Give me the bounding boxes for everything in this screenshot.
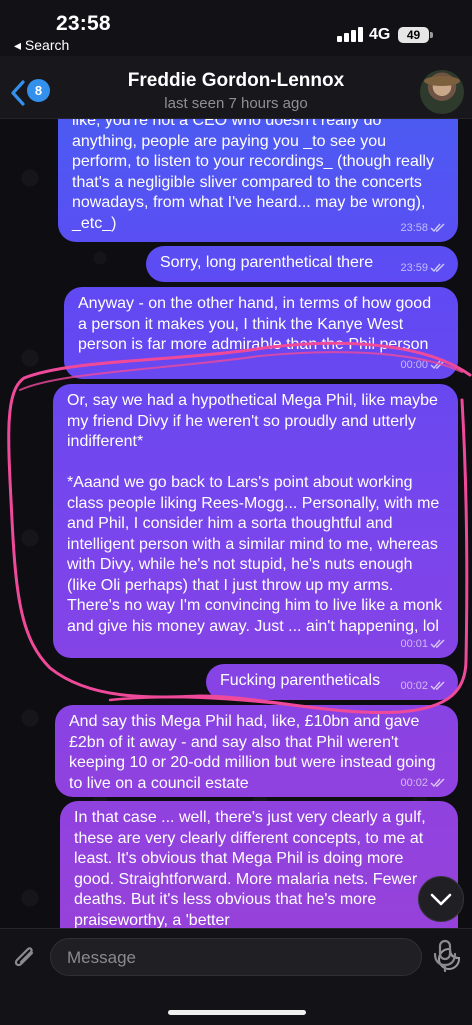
message-bubble[interactable]: In that case ... well, there's just very… — [60, 801, 458, 929]
signal-icon — [337, 26, 363, 42]
message-bubble[interactable]: Anyway - on the other hand, in terms of … — [64, 287, 458, 379]
message-meta: 00:02 — [400, 676, 446, 697]
message-field[interactable] — [50, 938, 460, 977]
message-bubble[interactable]: Or, say we had a hypothetical Mega Phil,… — [53, 384, 458, 658]
battery-tip — [430, 32, 433, 38]
message-bubble[interactable]: Sorry, long parenthetical there 23:59 — [146, 246, 458, 282]
message-time: 00:02 — [400, 679, 428, 692]
back-to-app-link[interactable]: ◂ Search — [14, 37, 69, 54]
chat-header: 8 Freddie Gordon-Lennox last seen 7 hour… — [0, 56, 472, 119]
scroll-to-bottom-button[interactable] — [418, 876, 464, 922]
paperclip-icon[interactable] — [10, 941, 40, 973]
message-bubble[interactable]: like, you're not a CEO who doesn't reall… — [58, 104, 458, 242]
chevron-down-icon — [430, 893, 452, 906]
read-check-icon — [430, 263, 445, 272]
message-text: In that case ... well, there's just very… — [74, 809, 431, 929]
message-meta: 00:01 — [400, 634, 446, 655]
battery-icon: 49 — [398, 27, 429, 43]
message-time: 00:01 — [400, 637, 428, 650]
message-meta: 23:58 — [400, 218, 446, 239]
read-check-icon — [430, 681, 445, 690]
message-time: 23:59 — [400, 261, 428, 274]
message-meta: 00:02 — [400, 773, 446, 794]
message-text: like, you're not a CEO who doesn't reall… — [72, 112, 439, 232]
status-bar: 23:58 ◂ Search 4G 49 — [0, 0, 472, 56]
message-bubble[interactable]: And say this Mega Phil had, like, £10bn … — [55, 705, 458, 797]
read-check-icon — [430, 223, 445, 232]
status-time: 23:58 — [56, 12, 111, 35]
message-input[interactable] — [65, 939, 369, 977]
message-text: Or, say we had a hypothetical Mega Phil,… — [67, 392, 443, 635]
message-time: 23:58 — [400, 221, 428, 234]
read-check-icon — [430, 778, 445, 787]
microphone-icon[interactable] — [432, 939, 458, 973]
last-seen-status: last seen 7 hours ago — [164, 95, 308, 112]
read-check-icon — [430, 360, 445, 369]
message-bubble[interactable]: Fucking parentheticals 00:02 — [206, 664, 458, 700]
read-check-icon — [430, 639, 445, 648]
network-type: 4G — [369, 26, 391, 43]
message-time: 00:02 — [400, 776, 428, 789]
home-indicator — [168, 1010, 306, 1015]
message-meta: 23:59 — [400, 258, 446, 279]
message-text: Anyway - on the other hand, in terms of … — [78, 295, 436, 353]
message-text: And say this Mega Phil had, like, £10bn … — [69, 713, 440, 792]
contact-avatar[interactable] — [420, 70, 464, 114]
message-meta: 00:00 — [400, 355, 446, 376]
message-time: 00:00 — [400, 358, 428, 371]
contact-name[interactable]: Freddie Gordon-Lennox — [0, 70, 472, 92]
